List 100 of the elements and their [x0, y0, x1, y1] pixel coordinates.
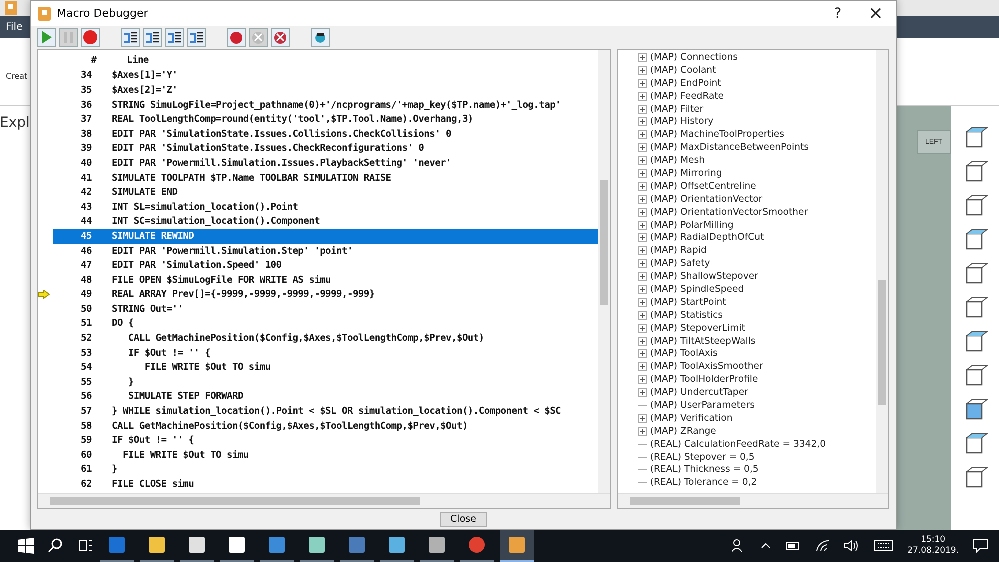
vertical-scrollbar[interactable] [598, 50, 610, 493]
tree-item[interactable]: (MAP) Safety [650, 258, 710, 270]
run-to-icon[interactable] [187, 28, 206, 47]
code-line[interactable]: 46 EDIT PAR 'Powermill.Simulation.Step' 'point' [53, 244, 598, 258]
tree-item[interactable]: (REAL) Stepover = 0,5 [650, 452, 755, 463]
code-line[interactable]: 36 STRING SimuLogFile=Project_pathname(0)+'/ncprograms/'+map_key($TP.name)+'_log.tap' [53, 98, 598, 112]
help-button[interactable]: ? [822, 2, 854, 26]
code-line[interactable]: 60 FILE WRITE $Out TO simu [53, 448, 598, 463]
notifications-icon[interactable] [973, 539, 989, 553]
expand-icon[interactable] [638, 259, 648, 268]
code-line[interactable]: 39 EDIT PAR 'SimulationState.Issues.CheckReconfigurations' 0 [53, 142, 598, 156]
expand-icon[interactable] [638, 168, 648, 178]
code-line[interactable]: 51 DO { [53, 316, 598, 332]
task-view-icon[interactable] [78, 538, 94, 554]
code-line[interactable]: 37 REAL ToolLengthComp=round(entity('tool',$TP.Tool.Name).Overhang,3) [53, 112, 598, 127]
expand-icon[interactable] [638, 362, 648, 372]
code-line[interactable]: 54 FILE WRITE $Out TO simu [53, 360, 598, 376]
expand-icon[interactable] [638, 182, 648, 191]
code-line[interactable]: 49 REAL ARRAY Prev[]={-9999,-9999,-9999,-9999,-999} [53, 288, 598, 302]
step-into-icon[interactable] [121, 28, 140, 47]
tree-item[interactable]: (MAP) OffsetCentreline [650, 180, 756, 192]
expand-icon[interactable] [638, 324, 648, 333]
code-line[interactable]: 52 CALL GetMachinePosition($Config,$Axes,$ToolLengthComp,$Prev,$Out) [53, 331, 598, 346]
code-line[interactable]: 48 FILE OPEN $SimuLogFile FOR WRITE AS simu [53, 272, 598, 288]
run-icon[interactable] [37, 28, 56, 47]
watch-icon[interactable] [311, 28, 330, 47]
code-line[interactable]: 40 EDIT PAR 'Powermill.Simulation.Issues.PlaybackSetting' 'never' [53, 156, 598, 171]
code-line[interactable]: 58 CALL GetMachinePosition($Config,$Axes,$ToolLengthComp,$Prev,$Out) [53, 418, 598, 434]
expand-icon[interactable] [638, 194, 648, 204]
code-line[interactable]: 59 IF $Out != '' { [53, 433, 598, 448]
tree-item[interactable]: (MAP) ToolAxis [650, 348, 718, 360]
stop-icon[interactable] [81, 28, 100, 47]
tree-item[interactable]: (MAP) History [650, 116, 714, 128]
tree-item[interactable]: (MAP) MachineToolProperties [650, 129, 784, 140]
menu-tab[interactable]: File [0, 22, 29, 32]
tree-item[interactable]: (MAP) EndPoint [650, 78, 722, 89]
expand-icon[interactable] [638, 208, 648, 217]
tree-item[interactable]: (MAP) ToolAxisSmoother [650, 361, 764, 372]
tree-item[interactable]: (MAP) UserParameters [650, 400, 755, 411]
tree-item[interactable]: (MAP) MaxDistanceBetweenPoints [650, 142, 809, 154]
tree-item[interactable]: (MAP) Statistics [650, 310, 724, 321]
tree-item[interactable]: (MAP) StepoverLimit [650, 322, 746, 334]
tree-item[interactable]: (REAL) Thickness = 0,5 [650, 464, 759, 476]
tree-item[interactable]: (MAP) Mirroring [650, 168, 722, 179]
tree-item[interactable]: (REAL) CalculationFeedRate = 3342,0 [650, 438, 826, 450]
expand-icon[interactable] [638, 66, 648, 75]
code-line[interactable]: 61 } [53, 462, 598, 478]
expand-icon[interactable] [638, 426, 648, 436]
code-line[interactable]: 62 FILE CLOSE simu [53, 477, 598, 492]
expand-icon[interactable] [638, 156, 648, 166]
code-line[interactable]: 47 EDIT PAR 'Simulation.Speed' 100 [53, 258, 598, 273]
start-icon[interactable] [18, 538, 34, 554]
tree-item[interactable]: (MAP) StartPoint [650, 296, 726, 308]
keyboard-icon[interactable] [874, 540, 894, 552]
tree-item[interactable]: (MAP) ZRange [650, 426, 716, 437]
tree-item[interactable]: (MAP) ToolHolderProfile [650, 374, 758, 386]
tree-item[interactable]: (MAP) OrientationVector [650, 194, 763, 205]
code-line[interactable]: 56 SIMULATE STEP FORWARD [53, 390, 598, 404]
code-line[interactable]: 42 SIMULATE END [53, 185, 598, 200]
expand-icon[interactable] [638, 78, 648, 88]
tree-item[interactable]: (MAP) Connections [650, 52, 738, 63]
close-dialog-button[interactable]: Close [440, 512, 488, 526]
expand-icon[interactable] [638, 92, 648, 101]
tree-item[interactable]: (MAP) SpindleSpeed [650, 284, 744, 295]
expand-icon[interactable] [638, 298, 648, 307]
tree-item[interactable]: (MAP) PolarMilling [650, 220, 734, 231]
expand-icon[interactable] [638, 104, 648, 114]
tree-item[interactable]: (MAP) FeedRate [650, 90, 724, 102]
expand-icon[interactable] [638, 130, 648, 140]
code-line[interactable]: 43 INT SL=simulation_location().Point [53, 200, 598, 215]
expand-icon[interactable] [638, 143, 648, 152]
speaker-icon[interactable] [844, 540, 860, 552]
step-out-icon[interactable] [165, 28, 184, 47]
expand-icon[interactable] [638, 52, 648, 62]
wifi-icon[interactable] [816, 540, 830, 552]
clock-date[interactable]: 27.08.2019. [908, 546, 959, 557]
code-line[interactable]: 50 STRING Out='' [53, 302, 598, 317]
code-line[interactable]: 41 SIMULATE TOOLPATH $TP.Name TOOLBAR SIMULATION RAISE [53, 170, 598, 186]
expand-icon[interactable] [638, 375, 648, 384]
step-over-icon[interactable] [143, 28, 162, 47]
code-line[interactable]: 34 $Axes[1]='Y' [53, 68, 598, 84]
tree-item[interactable]: (MAP) TiltAtSteepWalls [650, 336, 756, 347]
close-button[interactable]: × [860, 2, 892, 26]
vertical-scrollbar[interactable] [876, 50, 888, 493]
expand-icon[interactable] [638, 233, 648, 242]
clock-time[interactable]: 15:10 [921, 535, 946, 546]
expand-icon[interactable] [638, 246, 648, 256]
code-line[interactable]: 57 } WHILE simulation_location().Point < $SL OR simulation_location().Component < $SC [53, 404, 598, 419]
tree-item[interactable]: (MAP) RadialDepthOfCut [650, 232, 764, 244]
tree-item[interactable]: (MAP) UndercutTaper [650, 387, 748, 398]
code-line[interactable]: 44 INT SC=simulation_location().Component [53, 214, 598, 230]
breakpoint-icon[interactable] [227, 28, 246, 47]
tree-item[interactable]: (MAP) OrientationVectorSmoother [650, 206, 808, 218]
expand-icon[interactable] [638, 414, 648, 423]
expand-icon[interactable] [638, 284, 648, 294]
tree-item[interactable]: (MAP) Coolant [650, 64, 716, 76]
horizontal-scrollbar[interactable] [38, 493, 610, 508]
expand-icon[interactable] [638, 220, 648, 230]
horizontal-scrollbar[interactable] [618, 493, 888, 508]
tree-item[interactable]: (MAP) Rapid [650, 245, 707, 256]
